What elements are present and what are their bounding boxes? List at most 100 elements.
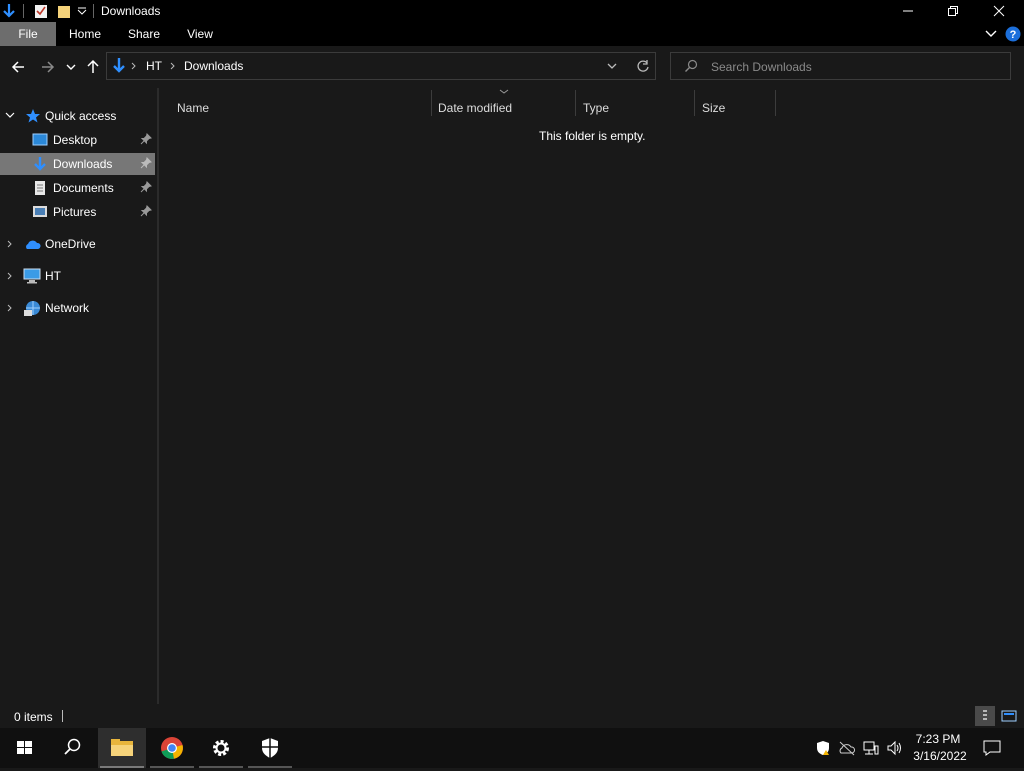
close-icon (993, 5, 1005, 17)
download-arrow-icon (3, 4, 15, 18)
nav-label: HT (45, 269, 61, 283)
taskbar-security[interactable] (246, 728, 294, 768)
details-view-icon (983, 710, 987, 720)
column-header-date-modified[interactable]: Date modified (438, 101, 512, 123)
nav-label: Network (45, 301, 90, 315)
new-folder-icon[interactable] (57, 3, 71, 19)
breadcrumb-ht[interactable]: HT (146, 59, 162, 73)
window-title: Downloads (101, 4, 161, 18)
forward-button[interactable] (37, 56, 59, 78)
defender-warning-icon[interactable] (815, 740, 831, 756)
close-button[interactable] (976, 0, 1022, 22)
large-icons-view-button[interactable] (999, 706, 1019, 726)
pin-icon (140, 157, 152, 169)
breadcrumb-chevron-icon (170, 62, 175, 70)
recent-locations-button[interactable] (63, 56, 79, 78)
search-button[interactable] (48, 728, 96, 768)
title-bar: Downloads (0, 0, 1024, 22)
separator (62, 710, 63, 722)
nav-item-pictures[interactable]: Pictures (0, 201, 155, 223)
details-view-button[interactable] (975, 706, 995, 726)
separator (23, 4, 24, 18)
column-separator[interactable] (775, 90, 776, 116)
restore-button[interactable] (930, 0, 976, 22)
tab-view[interactable]: View (178, 22, 222, 46)
gear-icon (213, 740, 229, 756)
up-button[interactable] (82, 56, 104, 78)
up-arrow-icon (87, 59, 99, 73)
shield-icon (262, 738, 278, 758)
back-button[interactable] (8, 56, 30, 78)
documents-icon (35, 181, 45, 195)
onedrive-offline-icon[interactable] (838, 740, 856, 756)
action-center-icon[interactable] (983, 740, 1001, 756)
tab-share[interactable]: Share (120, 22, 168, 46)
taskbar-settings[interactable] (197, 728, 245, 768)
address-bar[interactable]: HT Downloads (106, 52, 656, 80)
column-header-size[interactable]: Size (702, 101, 725, 123)
column-header-name[interactable]: Name (177, 101, 209, 123)
minimize-icon (903, 10, 913, 12)
column-header-type[interactable]: Type (583, 101, 609, 123)
nav-quick-access[interactable]: Quick access (0, 105, 155, 127)
nav-item-desktop[interactable]: Desktop (0, 129, 155, 151)
svg-text:?: ? (1010, 29, 1017, 41)
breadcrumb-chevron-icon (131, 62, 136, 70)
column-separator[interactable] (431, 90, 432, 116)
taskbar: 7:23 PM 3/16/2022 (0, 728, 1024, 768)
nav-item-downloads[interactable]: Downloads (0, 153, 155, 175)
start-button[interactable] (0, 728, 48, 768)
pin-icon (140, 205, 152, 217)
collapsed-chevron-icon (7, 272, 12, 280)
properties-icon[interactable] (34, 3, 48, 19)
star-icon (26, 109, 40, 123)
clock-time[interactable]: 7:23 PM (915, 732, 961, 746)
nav-label: Pictures (53, 205, 97, 219)
column-separator[interactable] (575, 90, 576, 116)
search-box[interactable]: Search Downloads (670, 52, 1011, 80)
network-status-icon[interactable] (863, 740, 879, 756)
nav-label: OneDrive (45, 237, 96, 251)
nav-item-onedrive[interactable]: OneDrive (0, 233, 155, 255)
nav-label: Quick access (45, 109, 117, 123)
nav-item-network[interactable]: Network (0, 297, 155, 319)
nav-item-documents[interactable]: Documents (0, 177, 155, 199)
status-bar: 0 items (0, 704, 1024, 728)
item-count: 0 items (14, 710, 53, 724)
breadcrumb-downloads[interactable]: Downloads (184, 59, 243, 73)
desktop-icon (32, 133, 48, 146)
help-icon[interactable]: ? (1005, 26, 1021, 42)
pictures-icon (33, 206, 47, 217)
pane-splitter[interactable] (157, 88, 159, 704)
download-icon (34, 157, 46, 171)
minimize-button[interactable] (885, 0, 931, 22)
expand-ribbon-icon[interactable] (984, 29, 998, 39)
nav-label: Downloads (53, 157, 113, 171)
nav-item-ht[interactable]: HT (0, 265, 155, 287)
taskbar-chrome[interactable] (148, 728, 196, 768)
forward-arrow-icon (42, 61, 55, 73)
download-icon (113, 58, 125, 73)
large-icons-view-icon (1001, 710, 1017, 722)
chrome-icon (161, 737, 183, 759)
search-icon (64, 738, 81, 755)
network-icon (24, 301, 40, 316)
expanded-chevron-icon (5, 112, 15, 118)
address-history-icon[interactable] (606, 62, 618, 70)
collapsed-chevron-icon (7, 240, 12, 248)
clock-date[interactable]: 3/16/2022 (911, 749, 969, 763)
tab-file[interactable]: File (0, 22, 56, 46)
taskbar-file-explorer[interactable] (98, 728, 146, 768)
chevron-down-icon (66, 64, 76, 70)
ribbon-tabs: File Home Share View ? (0, 22, 1024, 46)
nav-label: Documents (53, 181, 114, 195)
customize-quick-access-icon[interactable] (77, 7, 87, 15)
tab-home[interactable]: Home (60, 22, 110, 46)
refresh-icon[interactable] (636, 59, 650, 73)
column-separator[interactable] (694, 90, 695, 116)
restore-icon (948, 6, 958, 16)
volume-icon[interactable] (886, 740, 904, 756)
computer-icon (23, 268, 41, 284)
sort-indicator-icon (499, 89, 509, 94)
nav-label: Desktop (53, 133, 98, 147)
